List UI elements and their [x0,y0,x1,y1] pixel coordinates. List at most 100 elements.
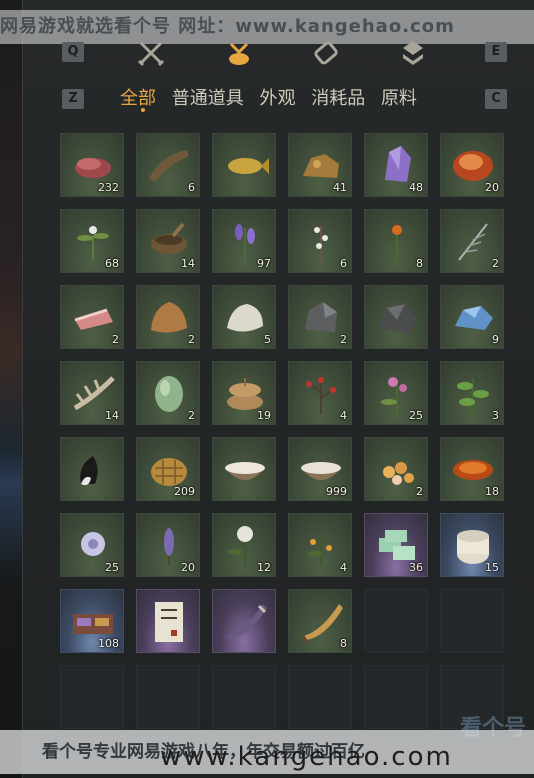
item-count: 108 [98,637,119,650]
item-slot-milk-bowl[interactable] [212,437,276,501]
item-count: 232 [98,181,119,194]
item-count: 209 [174,485,195,498]
item-count: 19 [257,409,271,422]
active-category-indicator [141,108,145,112]
item-slot-red-berry-plant[interactable]: 4 [288,361,352,425]
empty-slot[interactable] [288,665,352,729]
empty-slot[interactable] [136,665,200,729]
item-slot-mortar-herbs[interactable]: 14 [136,209,200,273]
item-slot-white-blossom[interactable]: 6 [288,209,352,273]
category-tab-normal[interactable]: 普通道具 [172,88,244,109]
item-slot-brown-pelt[interactable]: 2 [136,285,200,349]
item-slot-rib-bones[interactable]: 14 [60,361,124,425]
item-count: 5 [264,333,271,346]
item-slot-lavender[interactable]: 97 [212,209,276,273]
key-hint-q[interactable]: Q [62,42,84,62]
key-hint-c[interactable]: C [485,89,507,109]
key-hint-z[interactable]: Z [62,89,84,109]
item-count: 2 [416,485,423,498]
item-count: 12 [257,561,271,574]
scroll-icon [314,41,338,65]
item-slot-golden-carp[interactable] [212,133,276,197]
horn-purple-icon [227,604,267,640]
item-slot-white-herb[interactable]: 68 [60,209,124,273]
item-slot-iron-ore[interactable]: 2 [288,285,352,349]
item-count: 36 [409,561,423,574]
item-count: 25 [409,409,423,422]
item-count: 68 [105,257,119,270]
item-count: 4 [340,561,347,574]
item-slot-purple-spike[interactable]: 20 [136,513,200,577]
empty-slot[interactable] [440,589,504,653]
category-tab-appearance[interactable]: 外观 [259,88,295,109]
item-slot-rice-sacks[interactable]: 19 [212,361,276,425]
watermark-top: 网易游戏就选看个号 网址：www.kangehao.com [0,10,534,44]
item-slot-fried-meat[interactable]: 18 [440,437,504,501]
item-count: 4 [340,409,347,422]
item-count: 6 [188,181,195,194]
key-hint-e[interactable]: E [485,42,507,62]
item-count: 9 [492,333,499,346]
item-slot-white-pelt[interactable]: 5 [212,285,276,349]
item-slot-chrysanthemum[interactable]: 25 [60,513,124,577]
item-slot-pork-slice[interactable]: 2 [60,285,124,349]
fox-tail-icon [80,456,98,486]
item-slot-gift-box[interactable]: 108 [60,589,124,653]
item-slot-green-herb[interactable]: 3 [440,361,504,425]
item-slot-white-peony[interactable]: 12 [212,513,276,577]
item-slot-porcelain-jar[interactable]: 15 [440,513,504,577]
item-count: 8 [340,637,347,650]
golden-carp-icon [228,158,269,174]
item-count: 14 [105,409,119,422]
item-count: 8 [416,257,423,270]
empty-slot[interactable] [364,589,428,653]
item-count: 2 [492,257,499,270]
item-slot-copper-ore[interactable]: 41 [288,133,352,197]
item-slot-melon[interactable]: 2 [136,361,200,425]
category-tab-consumable[interactable]: 消耗品 [311,88,365,109]
item-count: 15 [485,561,499,574]
item-slot-red-agate[interactable]: 20 [440,133,504,197]
item-slot-amethyst[interactable]: 48 [364,133,428,197]
tab-scrolls[interactable] [309,36,343,70]
item-slot-raw-meat[interactable]: 232 [60,133,124,197]
item-slot-orange-berry[interactable]: 4 [288,513,352,577]
item-count: 48 [409,181,423,194]
tab-gems[interactable] [396,36,430,70]
item-slot-pink-flower[interactable]: 25 [364,361,428,425]
item-slot-silver-grass[interactable]: 2 [440,209,504,273]
swords-icon [137,41,165,67]
item-slot-fox-tail[interactable] [60,437,124,501]
item-count: 25 [105,561,119,574]
item-count: 20 [181,561,195,574]
item-count: 6 [340,257,347,270]
item-slot-horn-purple[interactable] [212,589,276,653]
tab-bag[interactable] [222,36,256,70]
item-count: 18 [485,485,499,498]
tab-weapons[interactable] [134,36,168,70]
item-slot-catfish[interactable]: 6 [136,133,200,197]
item-count: 2 [340,333,347,346]
item-slot-blue-crystal[interactable]: 9 [440,285,504,349]
item-slot-dark-stone[interactable] [364,285,428,349]
item-slot-horn-gold[interactable]: 8 [288,589,352,653]
milk-bowl-icon [225,462,265,480]
item-slot-orange-flower[interactable]: 8 [364,209,428,273]
item-slot-cash-bundles[interactable]: 36 [364,513,428,577]
item-slot-scroll[interactable] [136,589,200,653]
category-tabs: 全部 普通道具 外观 消耗品 原料 [120,84,427,110]
item-count: 2 [188,409,195,422]
item-slot-wicker-basket[interactable]: 209 [136,437,200,501]
item-slot-rice-bowl[interactable]: 999 [288,437,352,501]
category-tab-all[interactable]: 全部 [120,88,156,109]
item-slot-dried-fruits[interactable]: 2 [364,437,428,501]
category-tab-material[interactable]: 原料 [381,88,417,109]
empty-slot[interactable] [212,665,276,729]
item-count: 97 [257,257,271,270]
item-count: 41 [333,181,347,194]
empty-slot[interactable] [60,665,124,729]
item-count: 3 [492,409,499,422]
gem-icon [403,41,423,65]
item-count: 2 [112,333,119,346]
item-count: 20 [485,181,499,194]
